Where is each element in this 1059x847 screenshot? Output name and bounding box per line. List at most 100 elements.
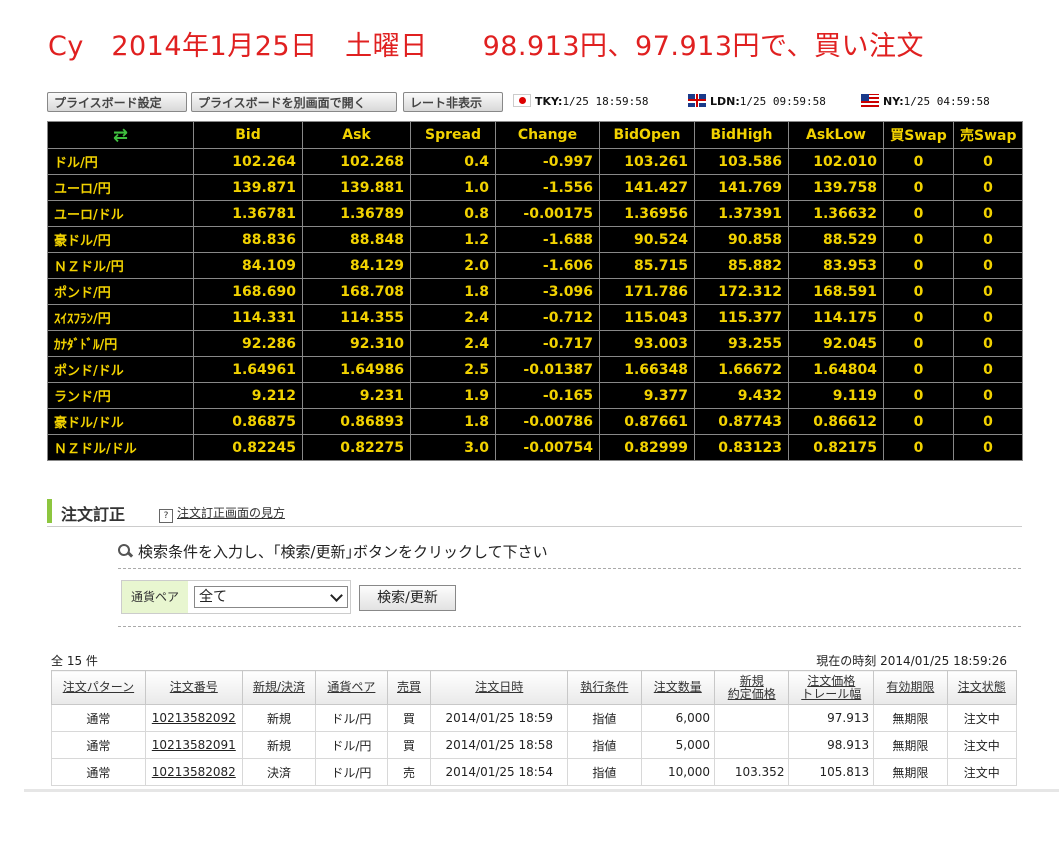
rate-buy-swap: 0 <box>883 174 954 201</box>
order-header-pair[interactable]: 通貨ペア <box>315 670 388 705</box>
rate-sell-swap: 0 <box>953 148 1023 175</box>
rate-bid-open: 141.427 <box>599 174 695 201</box>
rate-sell-swap: 0 <box>953 434 1023 461</box>
order-pattern: 通常 <box>51 731 146 759</box>
rate-bid-open: 85.715 <box>599 252 695 279</box>
rate-change: -0.00786 <box>495 408 600 435</box>
japan-flag-icon <box>513 94 531 107</box>
rate-bid-high: 1.66672 <box>694 356 789 383</box>
rate-change: -0.01387 <box>495 356 600 383</box>
rate-buy-swap: 0 <box>883 382 954 409</box>
magnifier-icon <box>118 544 132 558</box>
order-header-pattern[interactable]: 注文パターン <box>51 670 146 705</box>
order-header-type[interactable]: 新規/決済 <box>241 670 317 705</box>
order-pattern: 通常 <box>51 704 146 732</box>
rate-spread: 1.0 <box>410 174 496 201</box>
rate-spread: 3.0 <box>410 434 496 461</box>
order-header-datetime[interactable]: 注文日時 <box>430 670 569 705</box>
order-type: 決済 <box>241 758 317 786</box>
price-board-table: ⇄ Bid Ask Spread Change BidOpen BidHigh … <box>47 121 1023 461</box>
rate-change: -0.717 <box>495 330 600 357</box>
rate-row[interactable]: ドル/円 102.264 102.268 0.4 -0.997 103.261 103.58… <box>47 148 1023 175</box>
rate-ask: 1.64986 <box>302 356 411 383</box>
order-side: 買 <box>386 731 432 759</box>
order-row[interactable]: 通常 10213582092 新規 ドル/円買 2014/01/25 18:59 指値 6,… <box>51 704 1018 732</box>
header-ask: Ask <box>302 121 411 149</box>
order-expiry: 無期限 <box>873 731 948 759</box>
order-row[interactable]: 通常 10213582091 新規 ドル/円買 2014/01/25 18:58 指値 5,… <box>51 731 1018 759</box>
header-change: Change <box>495 121 600 149</box>
order-pair: ドル/円 <box>315 731 388 759</box>
rate-sell-swap: 0 <box>953 200 1023 227</box>
filter-label: 通貨ペア <box>122 581 188 613</box>
rate-row[interactable]: ＮＺドル/ドル 0.82245 0.82275 3.0 -0.00754 0.82999 0… <box>47 434 1023 461</box>
rate-row[interactable]: ポンド/ドル 1.64961 1.64986 2.5 -0.01387 1.66348 1.… <box>47 356 1023 383</box>
order-side: 買 <box>386 704 432 732</box>
order-header-fill-price[interactable]: 新規 約定価格 <box>713 670 790 705</box>
order-status: 注文中 <box>946 758 1018 786</box>
order-header-side[interactable]: 売買 <box>386 670 432 705</box>
order-fill-price <box>713 731 790 759</box>
rate-row[interactable]: ランド/円 9.212 9.231 1.9 -0.165 9.377 9.432 9.119 0… <box>47 382 1023 409</box>
order-header-expiry[interactable]: 有効期限 <box>873 670 948 705</box>
order-header-number[interactable]: 注文番号 <box>144 670 243 705</box>
open-price-board-window-button[interactable]: プライスボードを別画面で開く <box>191 92 397 112</box>
london-clock: LDN:1/25 09:59:58 <box>688 94 826 108</box>
order-header-status[interactable]: 注文状態 <box>946 670 1018 705</box>
rate-row[interactable]: ＮＺドル/円 84.109 84.129 2.0 -1.606 85.715 85.882 8… <box>47 252 1023 279</box>
order-header-order-price[interactable]: 注文価格 トレール幅 <box>788 670 875 705</box>
rate-row[interactable]: 豪ドル/円 88.836 88.848 1.2 -1.688 90.524 90.858 88… <box>47 226 1023 253</box>
rate-bid-open: 171.786 <box>599 278 695 305</box>
rate-bid: 0.86875 <box>193 408 303 435</box>
rate-bid: 1.64961 <box>193 356 303 383</box>
rate-sell-swap: 0 <box>953 304 1023 331</box>
rate-row[interactable]: ユーロ/ドル 1.36781 1.36789 0.8 -0.00175 1.36956 1.… <box>47 200 1023 227</box>
hide-rates-button[interactable]: レート非表示 <box>403 92 503 112</box>
search-refresh-button[interactable]: 検索/更新 <box>359 585 456 611</box>
order-header-condition[interactable]: 執行条件 <box>567 670 642 705</box>
order-modify-section-header: 注文訂正 ? 注文訂正画面の見方 <box>47 496 1022 527</box>
rate-buy-swap: 0 <box>883 200 954 227</box>
order-status: 注文中 <box>946 731 1018 759</box>
price-board-settings-button[interactable]: プライスボード設定 <box>47 92 187 112</box>
header-bid-high: BidHigh <box>694 121 789 149</box>
rate-row[interactable]: ポンド/円 168.690 168.708 1.8 -3.096 171.786 172.3… <box>47 278 1023 305</box>
help-link[interactable]: ? 注文訂正画面の見方 <box>159 504 285 523</box>
rate-spread: 1.2 <box>410 226 496 253</box>
toolbar: プライスボード設定 プライスボードを別画面で開く レート非表示 TKY:1/25… <box>47 92 1022 114</box>
rate-bid-high: 85.882 <box>694 252 789 279</box>
order-row[interactable]: 通常 10213582082 決済 ドル/円売 2014/01/25 18:54 指値 10… <box>51 758 1018 786</box>
rate-row[interactable]: ｽｲｽﾌﾗﾝ/円 114.331 114.355 2.4 -0.712 115.043 11… <box>47 304 1023 331</box>
rate-ask-low: 9.119 <box>788 382 884 409</box>
section-title: 注文訂正 <box>61 505 126 524</box>
rate-ask: 92.310 <box>302 330 411 357</box>
order-number[interactable]: 10213582091 <box>144 731 243 759</box>
rate-sell-swap: 0 <box>953 330 1023 357</box>
rate-row[interactable]: ユーロ/円 139.871 139.881 1.0 -1.556 141.427 141.7… <box>47 174 1023 201</box>
rate-row[interactable]: ｶﾅﾀﾞﾄﾞﾙ/円 92.286 92.310 2.4 -0.717 93.003 93.2… <box>47 330 1023 357</box>
order-qty: 10,000 <box>640 758 716 786</box>
rate-ask-low: 0.86612 <box>788 408 884 435</box>
rate-ask: 84.129 <box>302 252 411 279</box>
order-condition: 指値 <box>567 731 642 759</box>
rate-sell-swap: 0 <box>953 226 1023 253</box>
tokyo-clock: TKY:1/25 18:59:58 <box>513 94 649 108</box>
order-header-qty[interactable]: 注文数量 <box>640 670 716 705</box>
rate-bid: 9.212 <box>193 382 303 409</box>
rate-buy-swap: 0 <box>883 304 954 331</box>
order-qty: 6,000 <box>640 704 716 732</box>
rate-pair: ＮＺドル/ドル <box>47 434 194 461</box>
order-fill-price <box>713 704 790 732</box>
refresh-icon[interactable]: ⇄ <box>47 121 194 149</box>
order-number[interactable]: 10213582082 <box>144 758 243 786</box>
rate-pair: ｶﾅﾀﾞﾄﾞﾙ/円 <box>47 330 194 357</box>
currency-pair-select[interactable]: 全て <box>194 586 348 608</box>
rate-row[interactable]: 豪ドル/ドル 0.86875 0.86893 1.8 -0.00786 0.87661 0.… <box>47 408 1023 435</box>
rate-change: -0.165 <box>495 382 600 409</box>
rate-ask: 102.268 <box>302 148 411 175</box>
order-number[interactable]: 10213582092 <box>144 704 243 732</box>
chevron-down-icon <box>330 589 343 602</box>
header-ask-low: AskLow <box>788 121 884 149</box>
rate-pair: ユーロ/円 <box>47 174 194 201</box>
rate-ask: 114.355 <box>302 304 411 331</box>
